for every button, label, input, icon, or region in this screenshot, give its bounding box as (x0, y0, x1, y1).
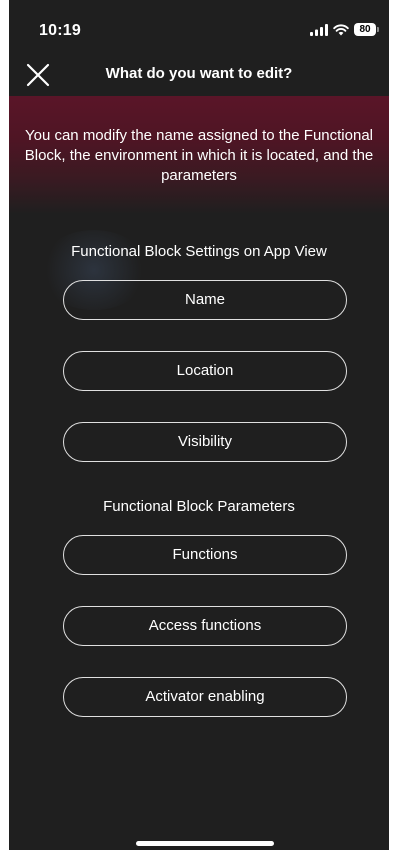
functions-button[interactable]: Functions (63, 535, 347, 575)
signal-icon (310, 23, 328, 36)
phone-screen: 10:19 80 What do you want to edit? You c… (9, 0, 389, 850)
status-icons: 80 (310, 23, 379, 36)
page-title: What do you want to edit? (105, 65, 293, 82)
location-button[interactable]: Location (63, 351, 347, 391)
status-bar: 10:19 80 (9, 0, 389, 48)
home-indicator[interactable] (136, 841, 274, 846)
battery-icon: 80 (354, 23, 379, 36)
name-button[interactable]: Name (63, 280, 347, 320)
activator-enabling-button[interactable]: Activator enabling (63, 677, 347, 717)
wifi-icon (333, 23, 349, 36)
app-view-section-title: Functional Block Settings on App View (71, 243, 327, 260)
visibility-button[interactable]: Visibility (63, 422, 347, 462)
info-banner: You can modify the name assigned to the … (9, 96, 389, 214)
parameters-section-title: Functional Block Parameters (103, 498, 295, 515)
banner-text: You can modify the name assigned to the … (24, 127, 374, 184)
header: What do you want to edit? (9, 56, 389, 92)
status-time: 10:19 (39, 22, 81, 39)
battery-tip (377, 27, 379, 32)
access-functions-button[interactable]: Access functions (63, 606, 347, 646)
battery-level: 80 (354, 23, 376, 36)
